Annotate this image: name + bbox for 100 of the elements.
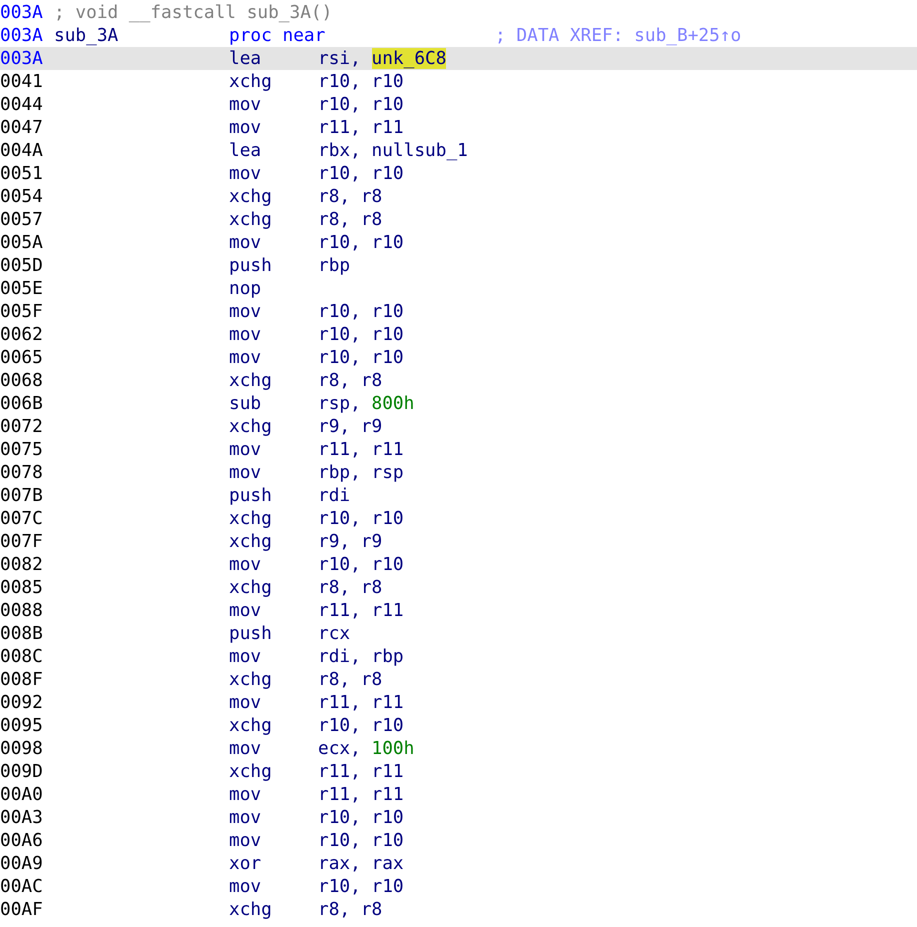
address-text: 003A (0, 25, 43, 46)
operand-text: r10, r10 (318, 232, 404, 253)
address-text: 0051 (0, 163, 43, 184)
operand-text: r8, r8 (318, 370, 382, 391)
operand-text: r8, r8 (318, 669, 382, 690)
operand-text: r10, r10 (318, 508, 404, 529)
operand-text: r10, r10 (318, 163, 404, 184)
operand-text: rbp (318, 255, 350, 276)
operand-text: rsp, (318, 393, 361, 414)
xref-comment[interactable]: ; DATA XREF: sub_B+25↑o (495, 25, 742, 46)
address-text: 0041 (0, 71, 43, 92)
address-text: 0044 (0, 94, 43, 115)
operand-text: rax, rax (318, 853, 404, 874)
operand-text: r11, r11 (318, 692, 404, 713)
operand-text: rsi, (318, 48, 361, 69)
address-text: 004A (0, 140, 43, 161)
operand-text: r11, r11 (318, 600, 404, 621)
operand-text: r8, r8 (318, 577, 382, 598)
operand-text: r10, r10 (318, 71, 404, 92)
address-text: 0078 (0, 462, 43, 483)
mnemonic-text: xchg (229, 508, 272, 529)
address-text: 0075 (0, 439, 43, 460)
mnemonic-text: xchg (229, 669, 272, 690)
mnemonic-text: mov (229, 646, 262, 667)
mnemonic-text: push (229, 255, 272, 276)
operand-text: r10, r10 (318, 807, 404, 828)
address-text: 0054 (0, 186, 43, 207)
address-text: 00AC (0, 876, 43, 897)
mnemonic-text: xchg (229, 186, 272, 207)
address-text: 0092 (0, 692, 43, 713)
address-text: 009D (0, 761, 43, 782)
address-text: 00A0 (0, 784, 43, 805)
address-text: 005D (0, 255, 43, 276)
operand-text: ecx, (318, 738, 361, 759)
operand-text: r11, r11 (318, 784, 404, 805)
operand-text: r8, r8 (318, 899, 382, 920)
mnemonic-text: xor (229, 853, 262, 874)
comment-text: ; void __fastcall sub_3A() (54, 2, 332, 23)
mnemonic-text: xchg (229, 899, 272, 920)
operand-text: rbx, nullsub_1 (318, 140, 468, 161)
address-text: 005E (0, 278, 43, 299)
mnemonic-text: mov (229, 784, 262, 805)
operand-text: r10, r10 (318, 715, 404, 736)
address-text: 0088 (0, 600, 43, 621)
mnemonic-text: mov (229, 439, 262, 460)
operand-text: r10, r10 (318, 324, 404, 345)
function-label: sub_3A (54, 25, 118, 46)
address-text: 007B (0, 485, 43, 506)
mnemonic-text: mov (229, 692, 262, 713)
mnemonic-text: xchg (229, 761, 272, 782)
address-text: 0082 (0, 554, 43, 575)
mnemonic-text: mov (229, 301, 262, 322)
mnemonic-text: xchg (229, 531, 272, 552)
directive-text: proc near (229, 25, 326, 46)
address-text: 0062 (0, 324, 43, 345)
address-text: 008C (0, 646, 43, 667)
operand-text: rbp, rsp (318, 462, 404, 483)
mnemonic-text: mov (229, 554, 262, 575)
mnemonic-text: mov (229, 738, 262, 759)
mnemonic-text: mov (229, 830, 262, 851)
mnemonic-text: mov (229, 163, 262, 184)
address-text: 0047 (0, 117, 43, 138)
operand-text: r8, r8 (318, 186, 382, 207)
address-text: 003A (0, 48, 43, 69)
operand-text: rcx (318, 623, 350, 644)
mnemonic-text: mov (229, 876, 262, 897)
address-text: 0098 (0, 738, 43, 759)
mnemonic-text: push (229, 623, 272, 644)
operand-text: r10, r10 (318, 301, 404, 322)
operand-text: rdi (318, 485, 350, 506)
operand-text: rdi, rbp (318, 646, 404, 667)
operand-text: r10, r10 (318, 554, 404, 575)
number-operand: 800h (372, 393, 414, 414)
operand-text: r10, r10 (318, 347, 404, 368)
operand-text: r10, r10 (318, 876, 404, 897)
mnemonic-text: mov (229, 94, 262, 115)
mnemonic-text: xchg (229, 715, 272, 736)
mnemonic-text: xchg (229, 577, 272, 598)
address-text: 0057 (0, 209, 43, 230)
address-text: 007C (0, 508, 43, 529)
operand-text: r11, r11 (318, 761, 404, 782)
mnemonic-text: lea (229, 48, 262, 69)
address-text: 00A3 (0, 807, 43, 828)
address-text: 003A (0, 2, 43, 23)
mnemonic-text: mov (229, 462, 262, 483)
mnemonic-text: xchg (229, 370, 272, 391)
address-text: 008F (0, 669, 43, 690)
number-operand: 100h (372, 738, 414, 759)
operand-text: r11, r11 (318, 117, 404, 138)
address-text: 0065 (0, 347, 43, 368)
mnemonic-text: push (229, 485, 272, 506)
mnemonic-text: nop (229, 278, 262, 299)
operand-text: r11, r11 (318, 439, 404, 460)
address-text: 007F (0, 531, 43, 552)
operand-text: r9, r9 (318, 416, 382, 437)
address-text: 00A9 (0, 853, 43, 874)
operand-text: r10, r10 (318, 94, 404, 115)
address-text: 0095 (0, 715, 43, 736)
address-text: 0072 (0, 416, 43, 437)
address-text: 005F (0, 301, 43, 322)
